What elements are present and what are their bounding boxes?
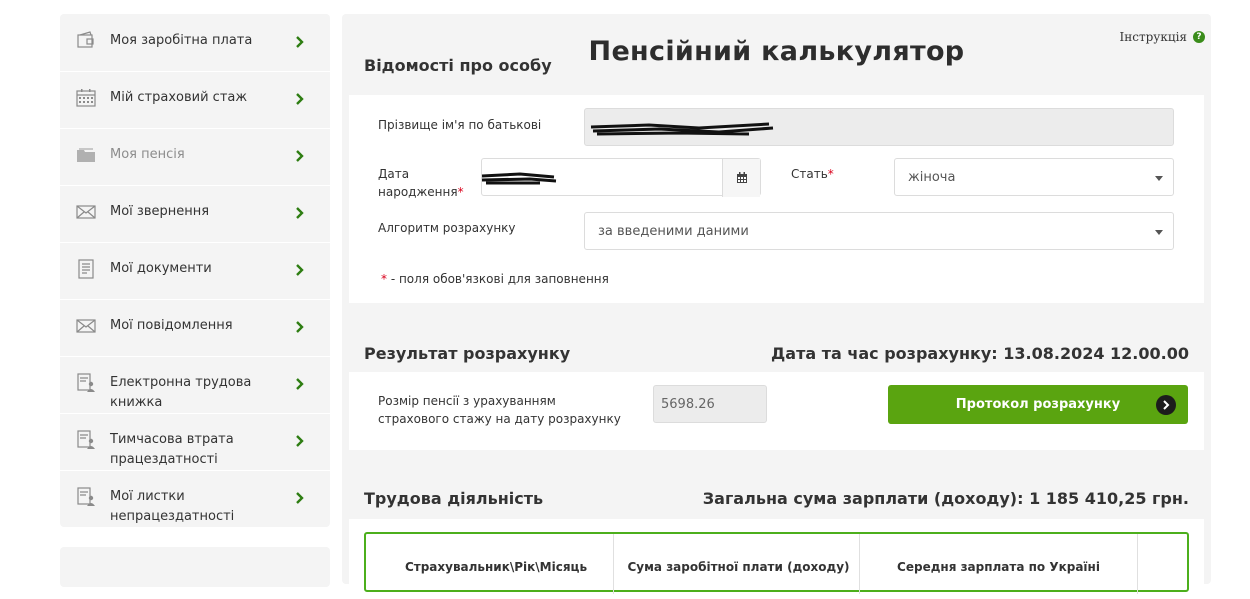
document-person-icon: [76, 373, 96, 393]
sidebar-divider: [60, 242, 330, 243]
document-person-icon: [76, 487, 96, 507]
sidebar-item[interactable]: Моя заробітна плата: [60, 14, 330, 71]
folder-icon: [76, 145, 96, 165]
person-card: Прізвище ім'я по батькові Дата народженн…: [349, 95, 1204, 303]
envelope-icon: [76, 202, 96, 222]
sidebar-item-label: Електронна трудова книжка: [110, 375, 252, 410]
envelope-icon: [76, 316, 96, 336]
required-note-text: - поля обов'язкові для заповнення: [387, 272, 609, 286]
sidebar-divider: [60, 413, 330, 414]
sidebar-item[interactable]: Мої листки непрацездатності: [60, 470, 330, 527]
pension-size-label: Розмір пенсії з урахуванням страхового с…: [378, 392, 621, 428]
gender-select[interactable]: жіноча: [894, 158, 1174, 196]
pension-size-label-line1: Розмір пенсії з урахуванням: [378, 394, 556, 408]
help-icon[interactable]: ?: [1193, 31, 1205, 43]
document-icon: [76, 259, 96, 279]
redacted-scribble: [590, 122, 774, 136]
sidebar-item-label: Мої звернення: [110, 204, 210, 219]
chevron-right-icon: [294, 490, 306, 504]
sidebar-divider: [60, 185, 330, 186]
required-mark: *: [827, 167, 834, 181]
chevron-down-icon: [1155, 176, 1163, 181]
sidebar-divider: [60, 356, 330, 357]
sidebar-menu: Моя заробітна плата Мій страховий стаж Моя…: [60, 14, 330, 527]
required-mark: *: [457, 185, 464, 199]
sidebar-item[interactable]: Мої документи: [60, 242, 330, 299]
calendar-icon: [76, 88, 96, 108]
sidebar-item-label: Моя пенсія: [110, 147, 185, 162]
redacted-scribble: [481, 172, 557, 185]
algorithm-label: Алгоритм розрахунку: [378, 221, 516, 235]
wallet-icon: [76, 31, 96, 51]
gender-select-value: жіноча: [908, 170, 956, 185]
gender-label-text: Стать: [791, 167, 828, 181]
pension-size-field: 5698.26: [653, 385, 767, 423]
column-divider: [1137, 534, 1138, 594]
sidebar-secondary-panel: [60, 547, 330, 587]
birth-date-label-line1: Дата: [378, 167, 410, 181]
birth-date-label: Дата народження*: [378, 165, 464, 201]
result-card: Розмір пенсії з урахуванням страхового с…: [349, 372, 1204, 450]
chevron-right-icon: [294, 262, 306, 276]
gender-label: Стать*: [791, 165, 834, 183]
sidebar-item-label: Мої документи: [110, 261, 212, 276]
chevron-down-icon: [1155, 230, 1163, 235]
document-person-icon: [76, 430, 96, 450]
sidebar-item[interactable]: Мій страховий стаж: [60, 71, 330, 128]
algorithm-select[interactable]: за введеними даними: [584, 212, 1174, 250]
chevron-right-icon: [294, 91, 306, 105]
person-section-title: Відомості про особу: [364, 56, 552, 75]
birth-date-input[interactable]: [481, 158, 761, 197]
instructions-label: Інструкція: [1119, 30, 1187, 44]
sidebar-divider: [60, 128, 330, 129]
required-fields-note: * - поля обов'язкові для заповнення: [381, 272, 609, 286]
chevron-right-icon: [294, 148, 306, 162]
sidebar-item-label: Мій страховий стаж: [110, 90, 248, 105]
instructions-link[interactable]: Інструкція ?: [1120, 30, 1205, 44]
chevron-right-icon: [294, 34, 306, 48]
calendar-icon: [736, 172, 747, 183]
chevron-right-icon: [294, 319, 306, 333]
pension-size-value: 5698.26: [661, 397, 715, 412]
result-section-title: Результат розрахунку: [364, 344, 571, 363]
chevron-right-icon: [294, 376, 306, 390]
sidebar-item-label: Моя заробітна плата: [110, 33, 253, 48]
column-divider: [859, 534, 860, 594]
birth-date-label-line2: народження: [378, 185, 458, 199]
sidebar-divider: [60, 299, 330, 300]
sidebar-item[interactable]: Електронна трудова книжка: [60, 356, 330, 413]
sidebar-item-label: Мої повідомлення: [110, 318, 233, 333]
sidebar-divider: [60, 470, 330, 471]
sidebar-item-label: Тимчасова втрата працездатності: [110, 432, 234, 467]
calculation-datetime: Дата та час розрахунку: 13.08.2024 12.00…: [771, 344, 1189, 363]
work-section-title: Трудова діяльність: [364, 489, 544, 508]
chevron-right-icon: [294, 433, 306, 447]
calendar-button[interactable]: [722, 159, 760, 197]
sidebar-divider: [60, 71, 330, 72]
chevron-right-icon: [294, 205, 306, 219]
total-salary-label: Загальна сума зарплати (доходу): 1 185 4…: [702, 489, 1189, 508]
protocol-button-label: Протокол розрахунку: [955, 397, 1121, 412]
sidebar-item[interactable]: Мої звернення: [60, 185, 330, 242]
chevron-right-icon: [1156, 395, 1176, 415]
full-name-input[interactable]: [584, 108, 1174, 146]
column-divider: [613, 534, 614, 594]
pension-size-label-line2: страхового стажу на дату розрахунку: [378, 412, 621, 426]
full-name-label: Прізвище ім'я по батькові: [378, 118, 542, 132]
sidebar-item[interactable]: Моя пенсія: [60, 128, 330, 185]
algorithm-select-value: за введеними даними: [598, 224, 749, 239]
column-header-salary: Сума заробітної плати (доходу): [627, 560, 850, 574]
column-header-average-salary: Середня зарплата по Україні: [897, 560, 1100, 574]
pension-calculator-panel: Пенсійний калькулятор Інструкція ? Відом…: [342, 14, 1211, 599]
work-history-table: Страхувальник\Рік\Місяць Сума заробітної…: [364, 532, 1189, 594]
sidebar-item[interactable]: Мої повідомлення: [60, 299, 330, 356]
sidebar-item-label: Мої листки непрацездатності: [110, 489, 235, 524]
sidebar-item[interactable]: Тимчасова втрата працездатності: [60, 413, 330, 470]
protocol-button[interactable]: Протокол розрахунку: [888, 385, 1188, 424]
column-header-insurer: Страхувальник\Рік\Місяць: [404, 560, 588, 574]
